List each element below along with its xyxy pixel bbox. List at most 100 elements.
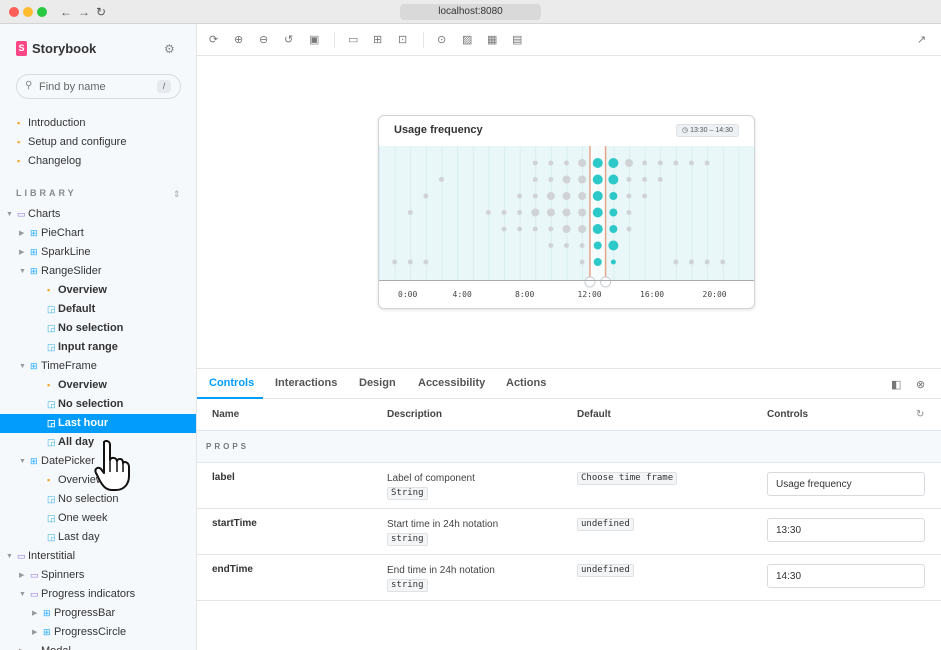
data-point — [564, 160, 569, 166]
gear-icon[interactable]: ⚙ — [164, 42, 175, 56]
bookmark-icon: ◲ — [47, 418, 56, 428]
document-icon: ▪ — [47, 380, 51, 390]
close-window-button[interactable] — [9, 7, 19, 17]
zoom-in-icon[interactable]: ⊕ — [234, 33, 243, 46]
component-icon: ⊞ — [30, 266, 38, 276]
end-time-control-input[interactable] — [767, 564, 925, 588]
data-point — [548, 243, 554, 248]
column-default: Default — [577, 409, 611, 420]
chevron-down-icon[interactable]: ▼ — [19, 357, 26, 376]
tab-actions[interactable]: Actions — [506, 377, 546, 389]
maximize-window-button[interactable] — [37, 7, 47, 17]
sidebar-tree-item[interactable]: ◲ No selection — [0, 490, 196, 509]
chevron-right-icon[interactable]: ▶ — [32, 604, 37, 623]
tab-accessibility[interactable]: Accessibility — [418, 377, 485, 389]
start-handle[interactable] — [584, 276, 596, 288]
data-point — [657, 177, 663, 182]
clock-icon: ◷ — [682, 127, 689, 134]
open-new-tab-icon[interactable]: ↗ — [917, 33, 926, 46]
back-arrow-icon[interactable]: ← — [60, 5, 72, 19]
label-control-input[interactable] — [767, 472, 925, 496]
usage-chart[interactable]: 0:00 4:00 8:00 12:00 16:00 20:00 — [379, 146, 754, 308]
sidebar-doc-item[interactable]: ▪ Setup and configure — [0, 133, 196, 152]
chevron-right-icon[interactable]: ▶ — [19, 243, 24, 262]
grid-icon[interactable]: ⊞ — [373, 33, 382, 46]
sidebar-tree-item[interactable]: ▼ ▭ Progress indicators — [0, 585, 196, 604]
url-bar[interactable]: localhost:8080 — [400, 4, 541, 20]
range-badge: ◷ 13:30 – 14:30 — [676, 124, 739, 137]
chevron-down-icon[interactable]: ▼ — [19, 262, 26, 281]
data-point — [578, 208, 587, 217]
chevron-right-icon[interactable]: ▶ — [32, 623, 37, 642]
tab-interactions[interactable]: Interactions — [275, 377, 337, 389]
sidebar-tree-item[interactable]: ▼ ▭ Charts — [0, 205, 196, 224]
sidebar-tree-item[interactable]: ▪ Overview — [0, 281, 196, 300]
sidebar-doc-item[interactable]: ▪ Introduction — [0, 114, 196, 133]
sidebar-tree-item[interactable]: ▪ Overview — [0, 376, 196, 395]
tick-label: 20:00 — [703, 290, 727, 299]
sidebar-tree-item[interactable]: ▶ ⊞ SparkLine — [0, 243, 196, 262]
close-panel-icon[interactable]: ⊗ — [916, 378, 925, 391]
sidebar-tree-item[interactable]: ▶ ▭ Spinners — [0, 566, 196, 585]
viewport-icon[interactable]: ▭ — [348, 33, 358, 46]
snapshot-icon[interactable]: ▦ — [487, 33, 497, 46]
chevron-down-icon[interactable]: ▼ — [6, 205, 13, 224]
tab-design[interactable]: Design — [359, 377, 396, 389]
sidebar-tree-item[interactable]: ▼ ⊞ TimeFrame — [0, 357, 196, 376]
comment-icon[interactable]: ▤ — [512, 33, 522, 46]
sidebar-tree-item[interactable]: ▶ ⊞ ProgressBar — [0, 604, 196, 623]
background-icon[interactable]: ▣ — [309, 33, 319, 46]
sidebar-doc-item[interactable]: ▪ Changelog — [0, 152, 196, 171]
data-point — [609, 192, 618, 200]
data-point — [579, 259, 585, 265]
data-point — [689, 160, 694, 166]
panel-orientation-icon[interactable]: ◧ — [891, 378, 901, 391]
hand-cursor-icon — [94, 440, 130, 491]
sidebar-tree-item[interactable]: ▶ ⊞ PieChart — [0, 224, 196, 243]
chevron-down-icon[interactable]: ▼ — [19, 452, 26, 471]
sidebar-tree-item[interactable]: ◲ No selection — [0, 319, 196, 338]
chevron-right-icon[interactable]: ▶ — [19, 642, 24, 650]
sidebar-tree-item[interactable]: ▶ ▭Modal — [0, 642, 196, 650]
sidebar-tree-item[interactable]: ◲ Last day — [0, 528, 196, 547]
toolbar-divider — [423, 32, 424, 48]
reload-icon[interactable]: ↻ — [96, 5, 106, 19]
sidebar-tree-item[interactable]: ◲ One week — [0, 509, 196, 528]
sidebar-tree-item[interactable]: ▼ ⊞ RangeSlider — [0, 262, 196, 281]
forward-arrow-icon[interactable]: → — [78, 5, 90, 19]
reset-controls-icon[interactable]: ↻ — [916, 409, 924, 420]
image-icon[interactable]: ▨ — [462, 33, 472, 46]
sidebar-tree-item[interactable]: ▶ ⊞ ProgressCircle — [0, 623, 196, 642]
data-point — [562, 225, 571, 233]
sidebar-item-label: Default — [58, 303, 96, 315]
chevron-down-icon[interactable]: ▼ — [6, 547, 13, 566]
range-badge-text: 13:30 – 14:30 — [690, 127, 733, 134]
chevron-right-icon[interactable]: ▶ — [19, 224, 24, 243]
sidebar-tree-item[interactable]: ◲ Input range — [0, 338, 196, 357]
end-handle[interactable] — [600, 276, 612, 288]
tab-controls[interactable]: Controls — [209, 377, 254, 389]
tick-label: 4:00 — [453, 290, 472, 299]
sidebar-tree-item[interactable]: ◲ Default — [0, 300, 196, 319]
start-time-control-input[interactable] — [767, 518, 925, 542]
collapse-all-icon[interactable]: ⇕ — [173, 189, 181, 200]
props-section-header[interactable]: PROPS — [197, 431, 941, 463]
search-input[interactable]: ⚲ Find by name / — [16, 74, 181, 99]
zoom-out-icon[interactable]: ⊖ — [259, 33, 268, 46]
outline-icon[interactable]: ⊡ — [398, 33, 407, 46]
sidebar-item-label: No selection — [58, 322, 124, 334]
data-point — [626, 177, 632, 182]
sidebar-item-label: Overview — [58, 284, 107, 296]
zoom-reset-icon[interactable]: ↺ — [284, 33, 293, 46]
sidebar-tree-item[interactable]: ▼ ▭ Interstitial — [0, 547, 196, 566]
remount-icon[interactable]: ⟳ — [209, 33, 218, 46]
document-icon: ▪ — [17, 156, 21, 166]
measure-icon[interactable]: ⊙ — [437, 33, 446, 46]
minimize-window-button[interactable] — [23, 7, 33, 17]
sidebar-tree-item[interactable]: ◲ No selection — [0, 395, 196, 414]
sidebar-item-label: Changelog — [28, 155, 82, 167]
sidebar-tree-item[interactable]: ◲ Last hour — [0, 414, 196, 433]
chevron-right-icon[interactable]: ▶ — [19, 566, 24, 585]
chevron-down-icon[interactable]: ▼ — [19, 585, 26, 604]
table-row: label Label of component String Choose t… — [197, 463, 941, 509]
